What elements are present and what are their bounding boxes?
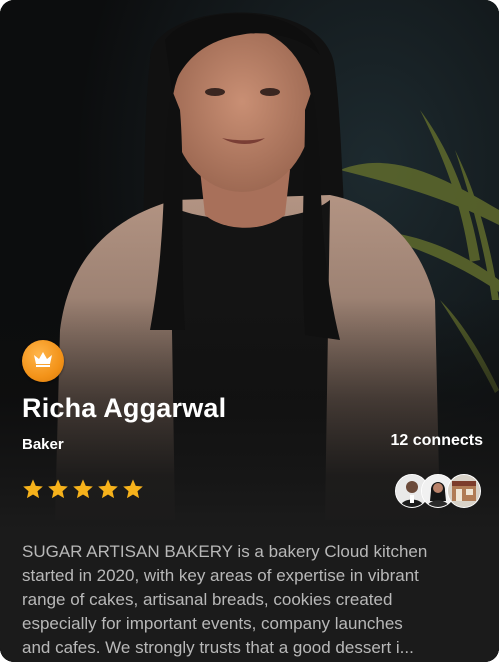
profile-name: Richa Aggarwal bbox=[22, 393, 227, 423]
profile-description: SUGAR ARTISAN BAKERY is a bakery Cloud k… bbox=[22, 540, 484, 660]
star-icon bbox=[23, 479, 43, 499]
avatar[interactable] bbox=[447, 474, 481, 508]
star-icon bbox=[73, 479, 93, 499]
profile-card[interactable]: Richa Aggarwal Baker 12 connects SUGAR A… bbox=[0, 0, 499, 662]
profile-role: Baker bbox=[22, 436, 64, 453]
crown-badge bbox=[22, 340, 64, 382]
connects-count[interactable]: 12 connects bbox=[391, 432, 483, 450]
connection-avatars[interactable] bbox=[395, 474, 481, 508]
description-line: especially for important events, company… bbox=[22, 614, 403, 633]
star-icon bbox=[98, 479, 118, 499]
star-icon bbox=[123, 479, 143, 499]
rating-stars bbox=[22, 478, 144, 500]
star-icon bbox=[48, 479, 68, 499]
description-line: range of cakes, artisanal breads, cookie… bbox=[22, 590, 393, 609]
description-line: SUGAR ARTISAN BAKERY is a bakery Cloud k… bbox=[22, 542, 428, 561]
crown-icon bbox=[32, 350, 54, 373]
description-line: and cafes. We strongly trusts that a goo… bbox=[22, 638, 414, 657]
description-line: started in 2020, with key areas of exper… bbox=[22, 566, 419, 585]
